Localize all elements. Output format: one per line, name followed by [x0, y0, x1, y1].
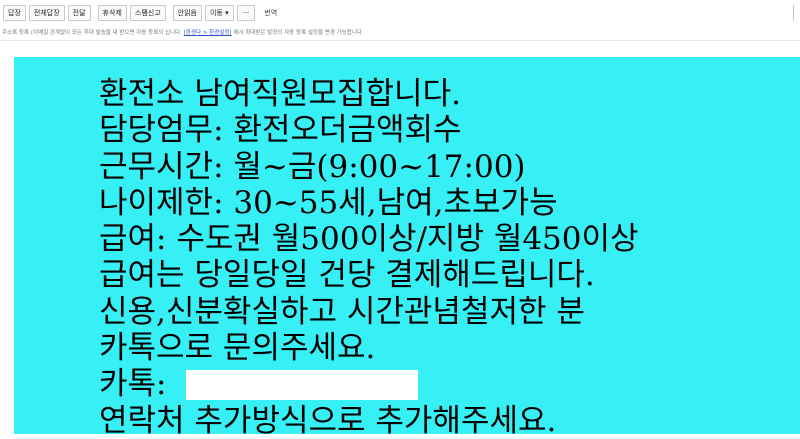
mail-body: 환전소 남여직원모집합니다. 담당엄무: 환전오더금액회수 근무시간: 월~금(… — [14, 57, 800, 439]
message-line: 담당엄무: 환전오더금액회수 — [99, 112, 462, 149]
message-line-kakao: 카톡: — [99, 366, 639, 402]
mail-toolbar: 답장 전체답장 전달 휴삭제 스팸신고 안읽음 이동 ▾ ··· 번역 — [0, 0, 800, 26]
chevron-down-icon: ▾ — [225, 9, 229, 17]
spam-report-button[interactable]: 스팸신고 — [129, 5, 166, 21]
toolbar-right-edge-button[interactable] — [793, 5, 800, 21]
mark-unread-button[interactable]: 안읽음 — [172, 5, 202, 21]
move-label: 이동 — [209, 9, 223, 17]
forward-button[interactable]: 전달 — [67, 5, 91, 21]
message-line: 환전소 남여직원모집합니다. — [99, 76, 461, 112]
settings-link[interactable]: [환경다 > 환경설정] — [184, 30, 232, 36]
reply-all-button[interactable]: 전체답장 — [28, 5, 65, 21]
message-line: 신용,신분확실하고 시간관념철저한 분 — [99, 293, 585, 330]
delete-button[interactable]: 휴삭제 — [97, 5, 127, 21]
move-dropdown[interactable]: 이동 ▾ — [204, 5, 234, 21]
more-button[interactable]: ··· — [236, 5, 256, 21]
notice-text-after: 에서 최대받은 발정의 자동 등록 설정을 변경 가능합니다. — [233, 30, 364, 36]
message-line: 급여: 수도권 월500이상/지방 월450이상 — [99, 221, 639, 258]
message-line: 카톡으로 문의주세요. — [99, 330, 376, 367]
reply-button[interactable]: 답장 — [3, 5, 26, 21]
message-line: 급여는 당일당일 건당 결제해드립니다. — [99, 257, 595, 294]
address-book-notice: 주소록 등록 (이메일 관계없이 모든 추대 발송을 내 받으면 자동 등록되 … — [0, 27, 800, 39]
message-line: 나이제한: 30~55세,남여,초보가능 — [99, 184, 558, 221]
kakao-label: 카톡: — [99, 366, 167, 403]
translate-button[interactable]: 번역 — [264, 8, 277, 18]
notice-text: 주소록 등록 (이메일 관계없이 모든 추대 발송을 내 받으면 자동 등록되 … — [2, 30, 182, 36]
divider — [0, 40, 800, 41]
message-text: 환전소 남여직원모집합니다. 담당엄무: 환전오더금액회수 근무시간: 월~금(… — [99, 76, 639, 439]
redacted-box — [186, 370, 419, 401]
message-line: 근무시간: 월~금(9:00~17:00) — [99, 148, 526, 185]
